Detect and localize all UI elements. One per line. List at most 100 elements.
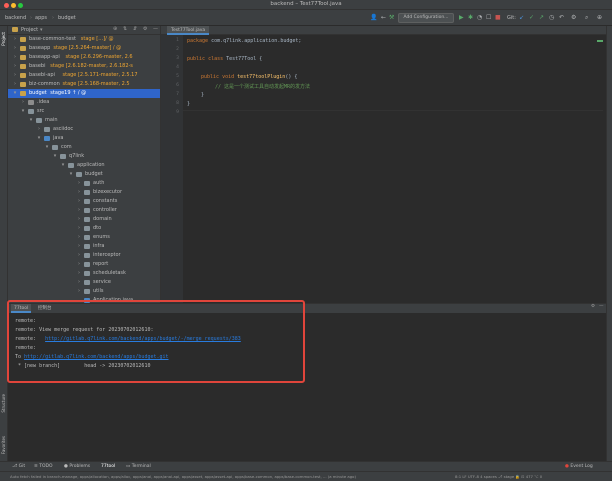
tree-item[interactable]: › dto xyxy=(8,224,160,233)
expand-all-icon[interactable]: ⇅ xyxy=(123,26,127,32)
tree-item[interactable]: › enums xyxy=(8,233,160,242)
chevron-down-icon[interactable]: ▾ xyxy=(40,27,43,33)
status-right-info[interactable]: 8:1 LF UTF-8 4 spaces ⎇ stage 🔒 ⊡ 477 ⌥ … xyxy=(455,474,542,479)
breadcrumb-apps[interactable]: apps xyxy=(35,15,47,21)
git-rollback-icon[interactable]: ↶ xyxy=(559,14,564,21)
tree-item[interactable]: ▾ budget stage19 ↑ / @ xyxy=(8,89,160,98)
chevron-right-icon[interactable]: › xyxy=(36,125,42,134)
hide-panel-icon[interactable]: — xyxy=(599,304,604,309)
debug-icon[interactable]: ✱ xyxy=(468,14,473,21)
gear-icon[interactable]: ⚙ xyxy=(591,304,595,309)
breadcrumb-budget[interactable]: budget xyxy=(58,15,76,21)
chevron-right-icon[interactable]: › xyxy=(76,179,82,188)
chevron-down-icon[interactable]: ▾ xyxy=(68,170,74,179)
hammer-icon[interactable]: ⚒ xyxy=(389,14,394,21)
tree-item[interactable]: › scheduletask xyxy=(8,269,160,278)
code-line-6-comment[interactable]: // 这是一个测试工具自动发起MR的发方法 xyxy=(215,83,310,90)
chevron-right-icon[interactable]: › xyxy=(76,188,82,197)
chevron-right-icon[interactable]: › xyxy=(76,242,82,251)
tree-item[interactable]: › constants xyxy=(8,197,160,206)
favorites-tool-tab[interactable]: Favorites xyxy=(1,436,6,454)
tree-item[interactable]: › asciidoc xyxy=(8,125,160,134)
chevron-right-icon[interactable]: › xyxy=(76,260,82,269)
tree-item[interactable]: › interceptor xyxy=(8,251,160,260)
tree-item[interactable]: ▾ application xyxy=(8,161,160,170)
project-tool-tab[interactable]: Project xyxy=(1,32,6,46)
status-message[interactable]: Auto fetch failed in branch-manage, apps… xyxy=(10,474,450,479)
chevron-down-icon[interactable]: ▾ xyxy=(44,143,50,152)
chevron-down-icon[interactable]: ▾ xyxy=(28,116,34,125)
run-icon[interactable]: ▶ xyxy=(459,14,464,21)
chevron-right-icon[interactable]: › xyxy=(76,269,82,278)
git-tool-button[interactable]: ⎇ Git xyxy=(12,464,25,469)
chevron-down-icon[interactable]: ▾ xyxy=(60,161,66,170)
chevron-right-icon[interactable]: › xyxy=(76,278,82,287)
tree-item[interactable]: › auth xyxy=(8,179,160,188)
git-push-icon[interactable]: ↗ xyxy=(539,14,544,21)
tree-item[interactable]: › .idea xyxy=(8,98,160,107)
git-update-icon[interactable]: ↙ xyxy=(519,14,524,21)
chevron-right-icon[interactable]: › xyxy=(76,206,82,215)
code-line-8[interactable]: } xyxy=(187,101,190,107)
tree-item[interactable]: › bizexecutor xyxy=(8,188,160,197)
profile-icon[interactable]: ◔ xyxy=(477,14,482,21)
editor-scrollbar[interactable] xyxy=(606,26,612,461)
add-configuration-button[interactable]: Add Configuration... xyxy=(398,13,454,23)
code-line-1[interactable]: package com.q7link.application.budget; xyxy=(187,38,301,44)
tree-item[interactable]: ▾ budget xyxy=(8,170,160,179)
tree-item[interactable]: › utils xyxy=(8,287,160,296)
project-panel-title[interactable]: Project xyxy=(21,27,38,33)
chevron-right-icon[interactable]: › xyxy=(12,80,18,89)
todo-tool-button[interactable]: ≡ TODO xyxy=(34,464,53,469)
chevron-right-icon[interactable]: › xyxy=(12,53,18,62)
chevron-down-icon[interactable]: ▾ xyxy=(36,134,42,143)
code-line-5[interactable]: public void test77toolPlugin() { xyxy=(201,74,297,80)
chevron-right-icon[interactable]: › xyxy=(12,35,18,44)
tree-item[interactable]: › baseapp stage [2.5.264-master] / @ xyxy=(8,44,160,53)
tree-item[interactable]: › basebi stage [2.6.182-master, 2.6.182-s xyxy=(8,62,160,71)
chevron-right-icon[interactable]: › xyxy=(12,44,18,53)
code-line-7[interactable]: } xyxy=(201,92,204,98)
problems-tool-button[interactable]: ● Problems xyxy=(64,464,90,469)
coverage-icon[interactable]: ☐ xyxy=(486,14,491,21)
gear-icon[interactable]: ⚙ xyxy=(143,26,147,32)
breadcrumb-backend[interactable]: backend xyxy=(5,15,26,21)
search-everywhere-icon[interactable]: ⊕ xyxy=(597,14,602,21)
search-icon[interactable]: ⌕ xyxy=(585,14,588,21)
chevron-down-icon[interactable]: ▾ xyxy=(52,152,58,161)
chevron-right-icon[interactable]: › xyxy=(76,215,82,224)
git-history-icon[interactable]: ◷ xyxy=(549,14,554,21)
tree-item[interactable]: ▾ com xyxy=(8,143,160,152)
event-log-button[interactable]: ● Event Log xyxy=(565,464,593,469)
tree-item[interactable]: ▾ main xyxy=(8,116,160,125)
tree-item[interactable]: › infra xyxy=(8,242,160,251)
structure-tool-tab[interactable]: Structure xyxy=(1,394,6,413)
chevron-right-icon[interactable]: › xyxy=(76,287,82,296)
editor-tab-test77tool[interactable]: Test77Tool.java xyxy=(167,26,210,35)
chevron-right-icon[interactable]: › xyxy=(76,233,82,242)
tree-item[interactable]: › service xyxy=(8,278,160,287)
77tool-tool-button[interactable]: 77tool xyxy=(101,464,115,469)
chevron-right-icon[interactable]: › xyxy=(76,197,82,206)
terminal-tool-button[interactable]: ▭ Terminal xyxy=(126,464,151,469)
user-icon[interactable]: 👤 xyxy=(370,14,377,21)
tree-item[interactable]: › basebi-api stage [2.5.171-master, 2.5.17 xyxy=(8,71,160,80)
locate-icon[interactable]: ⊕ xyxy=(113,26,117,32)
chevron-down-icon[interactable]: ▾ xyxy=(20,107,26,116)
code-line-3[interactable]: public class Test77Tool { xyxy=(187,56,262,62)
collapse-all-icon[interactable]: ⇵ xyxy=(133,26,137,32)
chevron-right-icon[interactable]: › xyxy=(76,224,82,233)
tree-item[interactable]: ▾ q7link xyxy=(8,152,160,161)
tree-item[interactable]: › biz-common stage [2.5.168-master, 2.5 xyxy=(8,80,160,89)
stop-icon[interactable]: ■ xyxy=(495,14,501,21)
chevron-right-icon[interactable]: › xyxy=(12,62,18,71)
tree-item[interactable]: ▾ src xyxy=(8,107,160,116)
hide-panel-icon[interactable]: — xyxy=(153,26,158,32)
tree-item[interactable]: › domain xyxy=(8,215,160,224)
chevron-right-icon[interactable]: › xyxy=(76,251,82,260)
back-arrow-icon[interactable]: ← xyxy=(381,14,386,21)
tree-item[interactable]: › base-common-test stage […]/ @ xyxy=(8,35,160,44)
chevron-right-icon[interactable]: › xyxy=(20,98,26,107)
tree-item[interactable]: › report xyxy=(8,260,160,269)
chevron-right-icon[interactable]: › xyxy=(12,71,18,80)
